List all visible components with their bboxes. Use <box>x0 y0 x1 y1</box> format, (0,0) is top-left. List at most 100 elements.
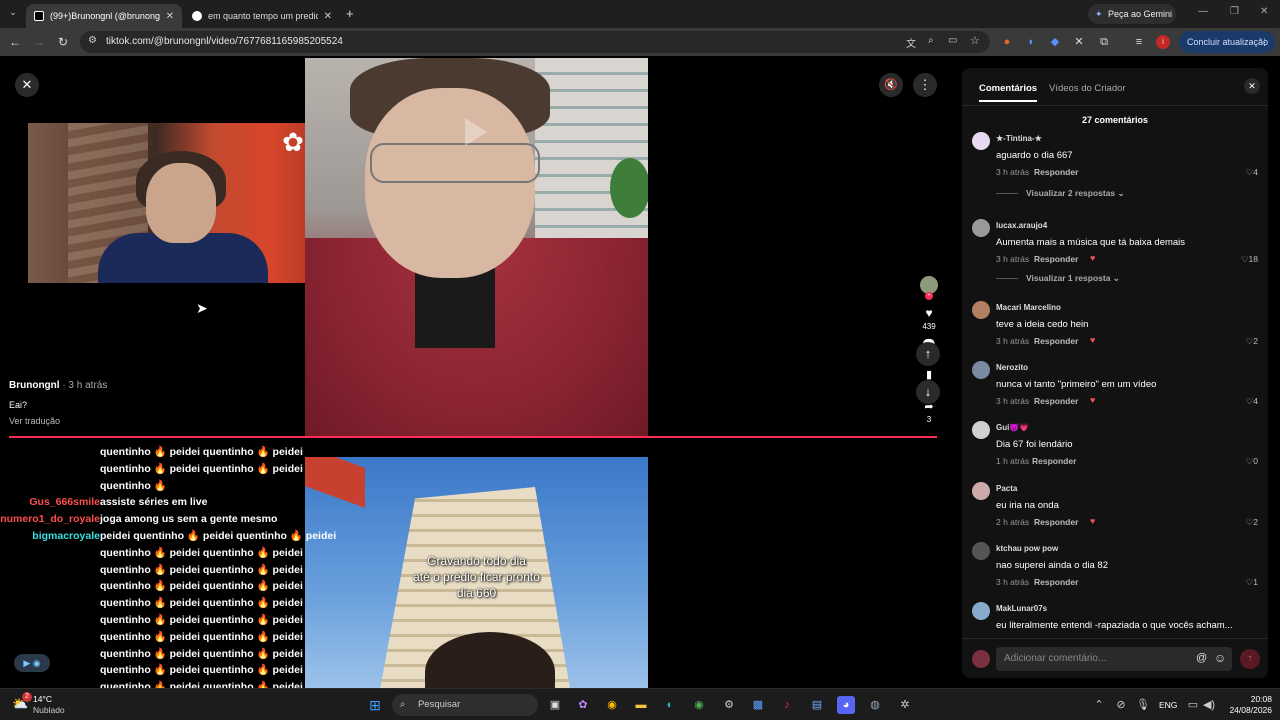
video-author[interactable]: Brunongnl · 3 h atrás <box>9 380 107 391</box>
commenter-name[interactable]: Macari Marcelino <box>996 303 1061 312</box>
minimize-button[interactable]: — <box>1198 6 1208 17</box>
comment-like[interactable]: ♡2 <box>1246 336 1258 347</box>
weather-widget[interactable]: ⛅ 2 14°C Nublado <box>12 692 72 716</box>
pip-toggle-icon[interactable]: ▶ ◉ <box>14 654 50 672</box>
video-player[interactable] <box>305 58 648 436</box>
extension-blue-icon[interactable]: ◆ <box>1048 35 1062 49</box>
profile-avatar-icon[interactable]: i <box>1156 35 1170 49</box>
commenter-avatar[interactable] <box>972 219 990 237</box>
comment-like[interactable]: ♡4 <box>1246 167 1258 178</box>
maximize-button[interactable]: ❐ <box>1230 6 1239 17</box>
chrome-profile-icon[interactable]: ◉ <box>690 696 708 714</box>
tab-tiktok[interactable]: (99+)Brunongnl (@brunongnl) | ✕ <box>26 4 182 28</box>
comment-like[interactable]: ♡0 <box>1246 456 1258 467</box>
reply-button[interactable]: Responder <box>1034 167 1078 177</box>
commenter-name[interactable]: Pacta <box>996 484 1017 493</box>
author-name[interactable]: Brunongnl <box>9 380 60 391</box>
commenter-avatar[interactable] <box>972 421 990 439</box>
comment-like[interactable]: ♡18 <box>1241 254 1258 265</box>
app-blue-icon[interactable]: ▩ <box>749 696 767 714</box>
taskbar-search[interactable]: ⌕ Pesquisar <box>392 694 538 716</box>
bookmark-star-icon[interactable]: ☆ <box>970 34 980 47</box>
language-indicator[interactable]: ENG <box>1159 700 1177 710</box>
extension-audio-icon[interactable]: ◗ <box>1024 35 1038 49</box>
commenter-avatar[interactable] <box>972 602 990 620</box>
tab-google-search[interactable]: em quanto tempo um predio fi ✕ <box>184 4 340 28</box>
see-translation-link[interactable]: Ver tradução <box>9 416 60 426</box>
commenter-avatar[interactable] <box>972 482 990 500</box>
view-replies-button[interactable]: Visualizar 1 resposta ⌄ <box>996 273 1120 284</box>
discord-icon[interactable]: ◕ <box>837 696 855 714</box>
tab-creator-videos[interactable]: Vídeos do Criador <box>1049 83 1126 94</box>
zoom-icon[interactable]: ⌕ <box>928 35 934 46</box>
extension-x-icon[interactable]: ✕ <box>1072 35 1086 49</box>
mention-icon[interactable]: @ <box>1196 652 1207 664</box>
reply-button[interactable]: Responder <box>1032 456 1076 466</box>
gemini-button[interactable]: ✦ Peça ao Gemini <box>1088 4 1176 24</box>
site-info-icon[interactable]: ⚙ <box>88 35 97 46</box>
new-tab-button[interactable]: + <box>346 6 354 21</box>
cast-icon[interactable]: ▭ <box>948 35 957 46</box>
view-replies-button[interactable]: Visualizar 2 respostas ⌄ <box>996 188 1125 199</box>
previous-video-button[interactable]: ↑ <box>916 342 940 366</box>
start-windows-icon[interactable]: ⊞ <box>366 696 384 714</box>
send-comment-button[interactable]: ↑ <box>1240 649 1260 669</box>
commenter-name[interactable]: ★-Tintina-★ <box>996 134 1042 143</box>
copilot-icon[interactable]: ✿ <box>574 696 592 714</box>
clock[interactable]: 20:08 24/08/2026 <box>1224 694 1272 716</box>
tray-network-off-icon[interactable]: ⊘ <box>1112 696 1130 714</box>
follow-plus-icon[interactable]: + <box>915 290 943 300</box>
back-icon[interactable]: ← <box>7 34 23 50</box>
commenter-avatar[interactable] <box>972 542 990 560</box>
reply-button[interactable]: Responder <box>1034 396 1078 406</box>
steam-icon[interactable]: ◍ <box>866 696 884 714</box>
next-video-preview[interactable]: Gravando todo dia até o prédio ficar pro… <box>305 457 648 688</box>
file-explorer-icon[interactable]: ▬ <box>632 696 650 714</box>
play-icon[interactable] <box>465 118 487 146</box>
tab-search-button[interactable]: ⌄ <box>6 7 20 21</box>
more-options-button[interactable]: ⋮ <box>913 73 937 97</box>
commenter-avatar[interactable] <box>972 301 990 319</box>
commenter-name[interactable]: lucax.araujo4 <box>996 221 1047 230</box>
extension-fox-icon[interactable]: ● <box>1000 35 1014 49</box>
tray-volume-icon[interactable]: ◀) <box>1200 696 1218 714</box>
reload-icon[interactable]: ↻ <box>55 34 71 50</box>
close-video-button[interactable]: ✕ <box>15 73 39 97</box>
commenter-name[interactable]: Gui😈💗 <box>996 423 1029 432</box>
close-panel-icon[interactable]: ✕ <box>1244 78 1260 94</box>
commenter-name[interactable]: ktchau pow pow <box>996 544 1058 553</box>
commenter-name[interactable]: Nerozito <box>996 363 1028 372</box>
extensions-puzzle-icon[interactable]: ⧉ <box>1097 35 1111 49</box>
reply-button[interactable]: Responder <box>1034 517 1078 527</box>
edge-icon[interactable]: ◐ <box>661 696 679 714</box>
tiktok-app-icon[interactable]: ♪ <box>778 696 796 714</box>
forward-icon[interactable]: → <box>31 34 47 50</box>
settings-icon[interactable]: ⚙ <box>720 696 738 714</box>
tab-comments[interactable]: Comentários <box>979 83 1038 102</box>
translate-icon[interactable]: 文 <box>906 35 916 50</box>
task-view-icon[interactable]: ▣ <box>546 696 564 714</box>
comment-like[interactable]: ♡2 <box>1246 517 1258 528</box>
mute-button[interactable]: 🔇 <box>879 73 903 97</box>
media-control-icon[interactable]: ≡ <box>1132 35 1146 49</box>
update-button[interactable]: Concluir atualização ⋮ <box>1179 31 1275 53</box>
comment-like[interactable]: ♡1 <box>1246 577 1258 588</box>
close-window-button[interactable]: ✕ <box>1260 6 1268 17</box>
reply-button[interactable]: Responder <box>1034 254 1078 264</box>
commenter-avatar[interactable] <box>972 361 990 379</box>
commenter-avatar[interactable] <box>972 132 990 150</box>
commenter-name[interactable]: MakLunar07s <box>996 604 1047 613</box>
reply-button[interactable]: Responder <box>1034 336 1078 346</box>
reply-button[interactable]: Responder <box>1034 577 1078 587</box>
next-video-button[interactable]: ↓ <box>916 380 940 404</box>
address-bar[interactable]: ⚙ tiktok.com/@brunongnl/video/7677681165… <box>80 31 990 53</box>
comment-like[interactable]: ♡4 <box>1246 396 1258 407</box>
emoji-icon[interactable]: ☺ <box>1214 651 1226 665</box>
url-text[interactable]: tiktok.com/@brunongnl/video/767768116598… <box>106 36 343 47</box>
video-progress-bar[interactable] <box>9 436 937 438</box>
like-heart-icon[interactable]: ♥ <box>915 306 943 320</box>
app-chat-icon[interactable]: ▤ <box>808 696 826 714</box>
chrome-icon[interactable]: ◉ <box>603 696 621 714</box>
app-gear-icon[interactable]: ✲ <box>896 696 914 714</box>
tray-expand-icon[interactable]: ⌃ <box>1090 696 1108 714</box>
